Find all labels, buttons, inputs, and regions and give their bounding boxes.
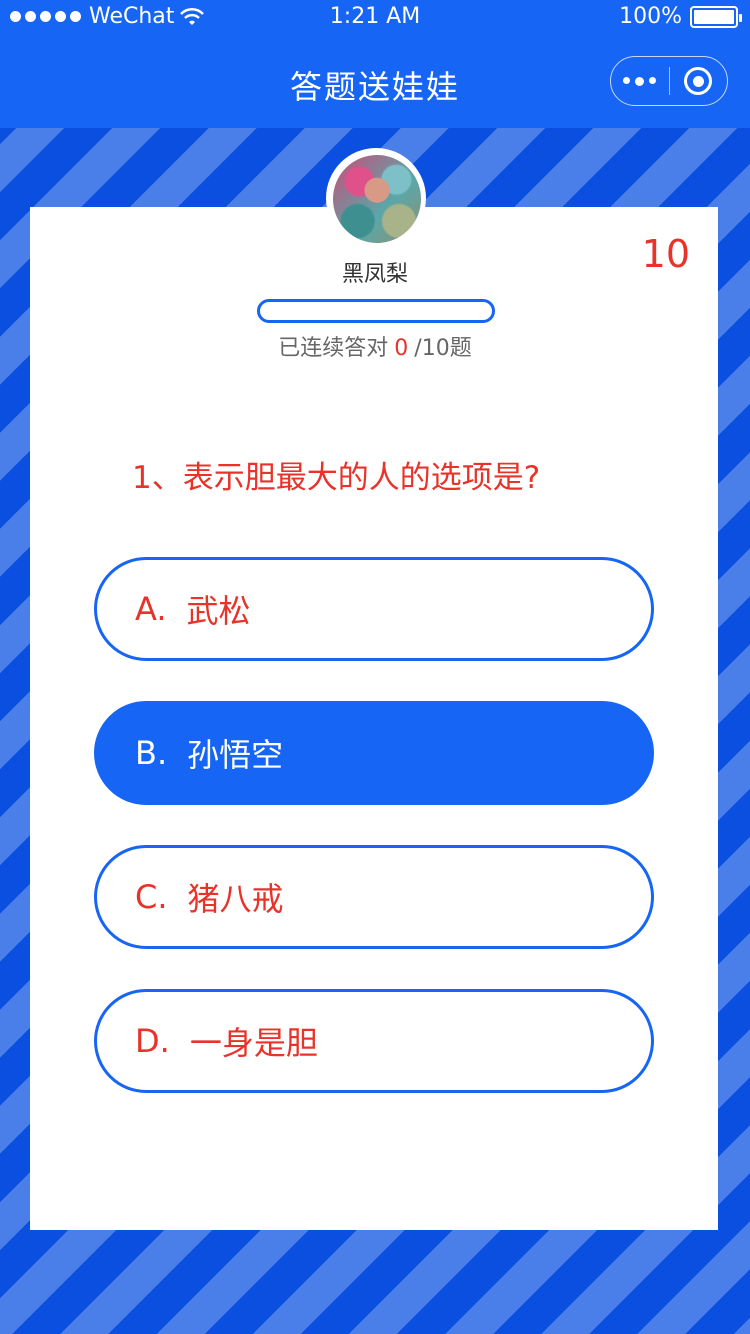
- navigation-bar: WeChat 1:21 AM 100% 答题送娃娃: [0, 0, 750, 128]
- option-text: 猪八戒: [187, 880, 284, 918]
- option-letter: D.: [135, 1022, 170, 1060]
- option-a-button[interactable]: A. 武松: [94, 557, 654, 661]
- username: 黑凤梨: [341, 262, 408, 287]
- battery-group: 100%: [619, 4, 742, 29]
- option-c-button[interactable]: C. 猪八戒: [94, 845, 654, 949]
- countdown-timer: 10: [641, 232, 690, 276]
- option-letter: B.: [135, 734, 168, 772]
- option-b-button[interactable]: B. 孙悟空: [94, 701, 654, 805]
- streak-text: 已连续答对 0/10题: [0, 330, 750, 362]
- target-close-icon: [684, 67, 713, 95]
- status-bar: WeChat 1:21 AM 100%: [0, 0, 750, 36]
- battery-icon: [690, 5, 742, 28]
- option-letter: A.: [135, 590, 167, 628]
- streak-label: 已连续答对: [278, 336, 389, 361]
- option-d-button[interactable]: D. 一身是胆: [94, 989, 654, 1093]
- option-letter: C.: [135, 878, 168, 916]
- avatar: [333, 155, 421, 243]
- question-text: 1、表示胆最大的人的选项是?: [132, 460, 541, 496]
- battery-percent: 100%: [619, 4, 682, 29]
- streak-progress-bar: [257, 299, 495, 323]
- mini-program-capsule: [610, 56, 728, 106]
- close-button[interactable]: [669, 67, 727, 95]
- more-dots-icon[interactable]: [611, 76, 669, 86]
- option-text: 武松: [186, 592, 251, 630]
- option-text: 孙悟空: [187, 736, 284, 774]
- streak-total: /10题: [414, 336, 472, 361]
- option-text: 一身是胆: [189, 1024, 318, 1062]
- streak-count: 0: [394, 336, 409, 361]
